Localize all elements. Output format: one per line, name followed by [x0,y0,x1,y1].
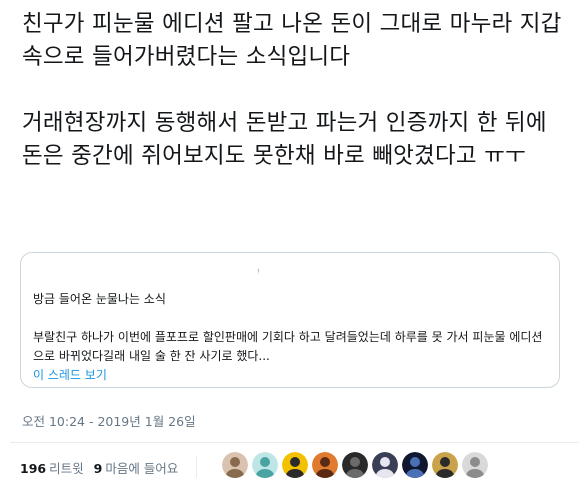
avatar-image [372,452,398,478]
likes-stat[interactable]: 9 마음에 들어요 [94,458,179,477]
liker-avatar-3[interactable] [282,452,308,478]
tweet-text: 친구가 피눈물 에디션 팔고 나온 돈이 그대로 마누라 지갑속으로 들어가버렸… [22,8,567,173]
liker-avatar-5[interactable] [342,452,368,478]
divider [10,442,579,443]
likes-label: 마음에 들어요 [105,460,179,476]
avatar-image [222,452,248,478]
avatar-image [462,452,488,478]
likers-avatars [222,452,492,478]
quote-body: 부랄친구 하나가 이번에 플포프로 할인판매에 기회다 하고 달려들었는데 하루… [33,330,543,363]
tweet-timestamp[interactable]: 오전 10:24 - 2019년 1월 26일 [22,411,196,430]
liker-avatar-2[interactable] [252,452,278,478]
tweet-paragraph-2: 거래현장까지 동행해서 돈받고 파는거 인증까지 한 뒤에 돈은 중간에 쥐어보… [22,110,555,169]
tweet-stats: 196 리트윗 9 마음에 들어요 [20,456,209,478]
quoted-tweet-card[interactable]: ꜝ 방금 들어온 눈물나는 소식 부랄친구 하나가 이번에 플포프로 할인판매에… [20,252,560,388]
quote-title: 방금 들어온 눈물나는 소식 [33,292,166,306]
retweets-stat[interactable]: 196 리트윗 [20,458,84,477]
retweets-count: 196 [20,460,47,476]
stats-separator [196,456,198,478]
liker-avatar-8[interactable] [432,452,458,478]
quote-author-name: ꜝ [257,267,260,280]
liker-avatar-1[interactable] [222,452,248,478]
liker-avatar-7[interactable] [402,452,428,478]
liker-avatar-9[interactable] [462,452,488,478]
avatar-image [252,452,278,478]
avatar-image [282,452,308,478]
avatar-image [342,452,368,478]
likes-count: 9 [93,460,103,476]
liker-avatar-4[interactable] [312,452,338,478]
retweets-label: 리트윗 [49,460,84,476]
avatar-image [402,452,428,478]
avatar-image [432,452,458,478]
tweet-paragraph-1: 친구가 피눈물 에디션 팔고 나온 돈이 그대로 마누라 지갑속으로 들어가버렸… [22,11,562,70]
avatar-image [312,452,338,478]
show-thread-link[interactable]: 이 스레드 보기 [33,366,107,383]
liker-avatar-6[interactable] [372,452,398,478]
